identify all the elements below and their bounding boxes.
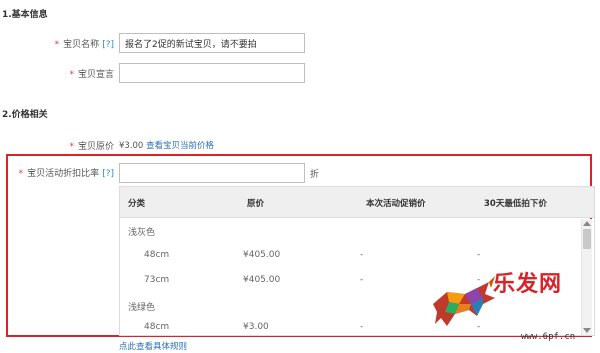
watermark-title: 乐发网 <box>493 271 563 297</box>
column-header-original-price: 原价 <box>247 199 265 209</box>
sku-size: 73cm <box>144 275 170 285</box>
discount-label-row: * 宝贝活动折扣比率 [?] <box>10 166 114 179</box>
sku-promo-price: - <box>360 275 364 285</box>
original-price-row: ¥3.00 查看宝贝当前价格 <box>119 139 214 151</box>
color-group-label: 浅灰色 <box>128 228 156 238</box>
color-group-label: 浅绿色 <box>128 303 156 313</box>
watermark-url: www.6pf.cn <box>521 332 576 342</box>
item-slogan-label-row: * 宝贝宣言 <box>20 67 114 80</box>
sku-original-price: ¥3.00 <box>243 322 269 332</box>
item-name-label: 宝贝名称 <box>63 40 100 50</box>
scroll-up-arrow-icon[interactable] <box>583 221 591 226</box>
discount-label: 宝贝活动折扣比率 <box>27 169 100 179</box>
view-rules-link[interactable]: 点此查看具体规则 <box>119 340 187 352</box>
section-title-pricing: 2.价格相关 <box>2 110 48 120</box>
required-marker: * <box>54 40 60 50</box>
scrollbar-thumb[interactable] <box>583 229 591 249</box>
sku-promo-price: - <box>360 250 364 260</box>
sku-original-price: ¥405.00 <box>243 250 281 260</box>
section-title-basic-info: 1.基本信息 <box>2 10 48 20</box>
required-marker: * <box>18 169 24 179</box>
item-name-help-icon[interactable]: [?] <box>102 40 114 50</box>
item-slogan-input[interactable] <box>119 63 305 83</box>
item-name-input[interactable] <box>119 33 305 53</box>
sku-original-price: ¥405.00 <box>243 275 281 285</box>
sku-lowest-price: - <box>477 250 481 260</box>
discount-rate-input[interactable] <box>119 163 305 183</box>
column-header-lowest-price: 30天最低拍下价 <box>484 199 547 209</box>
sku-promo-price: - <box>360 322 364 332</box>
column-header-promo-price: 本次活动促销价 <box>366 199 426 209</box>
required-marker: * <box>69 70 74 80</box>
original-price-label: 宝贝原价 <box>77 142 114 152</box>
view-current-price-link[interactable]: 查看宝贝当前价格 <box>146 141 214 151</box>
column-header-category: 分类 <box>128 199 146 209</box>
item-name-label-row: * 宝贝名称 [?] <box>20 37 114 50</box>
table-header: 分类 原价 本次活动促销价 30天最低拍下价 <box>120 187 594 218</box>
required-marker: * <box>69 142 74 152</box>
discount-unit: 折 <box>310 170 320 180</box>
original-price-value: ¥3.00 <box>119 141 144 151</box>
table-group-row: 浅灰色 <box>120 218 582 243</box>
original-price-label-row: * 宝贝原价 <box>20 139 114 152</box>
item-slogan-label: 宝贝宣言 <box>77 70 114 80</box>
discount-help-icon[interactable]: [?] <box>102 169 114 179</box>
watermark-logo: 乐发网 www.6pf.cn <box>425 262 600 353</box>
sku-size: 48cm <box>144 322 170 332</box>
sku-size: 48cm <box>144 250 170 260</box>
